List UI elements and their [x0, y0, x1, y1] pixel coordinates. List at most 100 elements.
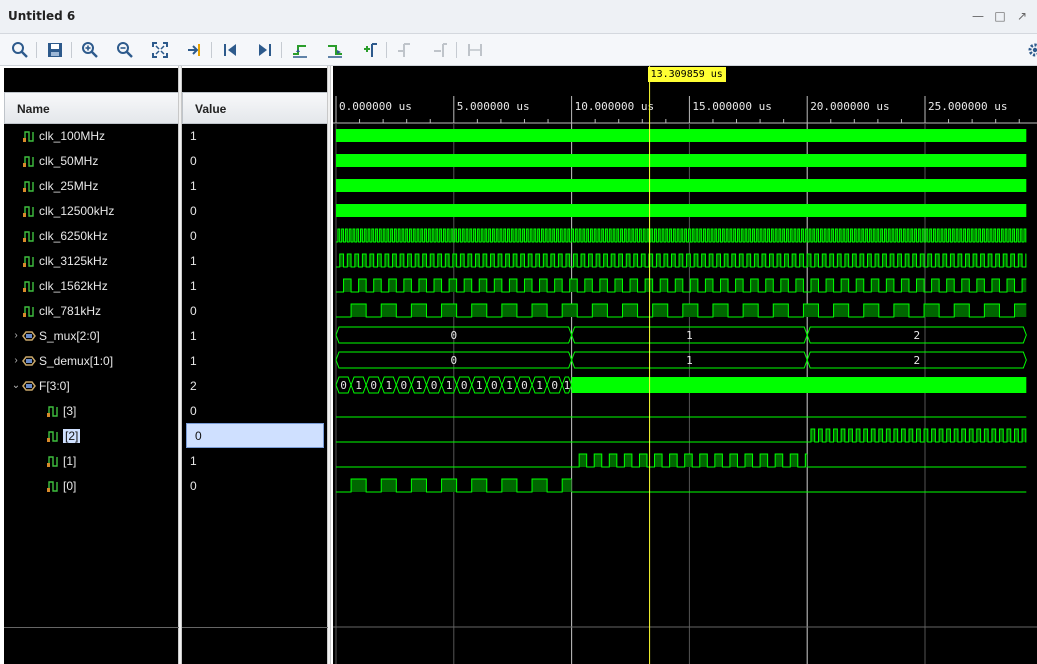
- clock-high-fill: [833, 304, 849, 317]
- clock-high-fill: [893, 304, 909, 317]
- wire-signal-icon: [46, 479, 63, 493]
- zoom-out-icon[interactable]: [114, 40, 136, 60]
- signal-value: 0: [190, 403, 197, 418]
- clock-high-fill: [558, 254, 563, 267]
- float-icon[interactable]: ↗: [1015, 9, 1029, 23]
- zoom-in-icon[interactable]: [79, 40, 101, 60]
- signal-row[interactable]: clk_50MHz: [10, 148, 98, 173]
- clock-high-fill: [532, 479, 548, 492]
- clock-high-fill: [543, 254, 548, 267]
- go-to-last-time-icon[interactable]: [254, 40, 276, 60]
- clock-high-fill: [705, 279, 713, 292]
- clock-high-fill: [833, 429, 838, 442]
- clock-high-fill: [369, 254, 374, 267]
- clock-high-fill: [841, 429, 845, 442]
- signal-row[interactable]: clk_1562kHz: [10, 273, 108, 298]
- ruler-tick-label: 25.000000 us: [928, 100, 1007, 113]
- clock-high-fill: [939, 429, 943, 442]
- clock-high-fill: [931, 429, 936, 442]
- clock-high-fill: [351, 479, 367, 492]
- clock-high-fill: [826, 429, 830, 442]
- wire-signal-icon: [22, 154, 39, 168]
- signal-row[interactable]: clk_3125kHz: [10, 248, 108, 273]
- clock-high-fill: [622, 304, 638, 317]
- clock-high-fill: [775, 454, 783, 467]
- signal-value: 1: [190, 253, 197, 268]
- signal-row[interactable]: [2]: [34, 423, 81, 448]
- signal-row[interactable]: › S_mux[2:0]: [10, 323, 100, 348]
- clock-high-fill: [679, 254, 683, 267]
- clock-high-fill: [584, 279, 593, 292]
- clock-high-fill: [614, 279, 623, 292]
- clock-high-fill: [686, 254, 691, 267]
- clock-high-fill: [524, 279, 533, 292]
- clock-band: [336, 129, 1027, 142]
- settings-icon[interactable]: [1024, 40, 1037, 60]
- wire-signal-icon: [22, 304, 39, 318]
- ruler-tick-label: 10.000000 us: [575, 100, 654, 113]
- bus-value-label: 0: [431, 379, 438, 392]
- clock-high-fill: [392, 254, 397, 267]
- signal-name: S_mux[2:0]: [39, 328, 100, 343]
- save-icon[interactable]: [44, 40, 66, 60]
- search-icon[interactable]: [9, 40, 31, 60]
- go-to-cursor-icon[interactable]: [184, 40, 206, 60]
- clock-high-fill: [908, 429, 913, 442]
- expand-chevron-icon[interactable]: ›: [10, 330, 22, 341]
- clock-high-fill: [848, 429, 853, 442]
- wire-signal-icon: [46, 404, 63, 418]
- clock-high-fill: [343, 279, 352, 292]
- bus-value-label: 0: [491, 379, 498, 392]
- expand-chevron-icon[interactable]: ›: [10, 355, 22, 366]
- clock-high-fill: [886, 429, 891, 442]
- clock-high-fill: [599, 279, 608, 292]
- signal-row[interactable]: clk_781kHz: [10, 298, 101, 323]
- signal-row[interactable]: [0]: [34, 473, 76, 498]
- bus-value-label: 0: [551, 379, 558, 392]
- clock-band: [336, 179, 1027, 192]
- cursor-time-label[interactable]: 13.309859 us: [647, 67, 726, 82]
- value-column-header[interactable]: Value: [182, 92, 328, 124]
- signal-row[interactable]: clk_25MHz: [10, 173, 98, 198]
- previous-marker-icon[interactable]: [394, 40, 416, 60]
- waveform-canvas[interactable]: 0.000000 us 5.000000 us 10.000000 us 15.000…: [333, 66, 1037, 664]
- clock-high-fill: [716, 254, 721, 267]
- go-to-time-zero-icon[interactable]: [219, 40, 241, 60]
- clock-high-fill: [765, 279, 774, 292]
- restore-icon[interactable]: □: [993, 9, 1007, 23]
- signal-row[interactable]: ⌄ F[3:0]: [10, 373, 70, 398]
- next-transition-icon[interactable]: [324, 40, 346, 60]
- clock-high-fill: [837, 254, 842, 267]
- minimize-icon[interactable]: —: [971, 9, 985, 23]
- signal-row[interactable]: clk_6250kHz: [10, 223, 108, 248]
- clock-high-fill: [844, 254, 849, 267]
- next-marker-icon[interactable]: [429, 40, 451, 60]
- clock-high-fill: [660, 279, 668, 292]
- clock-high-fill: [957, 254, 962, 267]
- clock-high-fill: [826, 279, 834, 292]
- signal-row[interactable]: [1]: [34, 448, 76, 473]
- clock-high-fill: [358, 279, 367, 292]
- swap-cursors-icon[interactable]: [464, 40, 486, 60]
- signal-row[interactable]: › S_demux[1:0]: [10, 348, 113, 373]
- name-column-header[interactable]: Name: [4, 92, 179, 124]
- collapse-chevron-icon[interactable]: ⌄: [10, 380, 22, 391]
- bus-signal-icon: [22, 379, 39, 393]
- bus-value-label: 1: [385, 379, 392, 392]
- clock-high-fill: [814, 254, 819, 267]
- clock-high-fill: [403, 279, 412, 292]
- clock-high-fill: [388, 279, 397, 292]
- clock-high-fill: [714, 454, 723, 467]
- clock-high-fill: [760, 454, 768, 467]
- clock-high-fill: [803, 304, 819, 317]
- signal-row[interactable]: [3]: [34, 398, 76, 423]
- signal-value: 0: [190, 153, 197, 168]
- previous-transition-icon[interactable]: [289, 40, 311, 60]
- signal-value: 2: [190, 378, 197, 393]
- add-marker-icon[interactable]: [359, 40, 381, 60]
- clock-high-fill: [931, 279, 940, 292]
- signal-row[interactable]: clk_100MHz: [10, 123, 105, 148]
- signal-row[interactable]: clk_12500kHz: [10, 198, 114, 223]
- clock-high-fill: [965, 254, 970, 267]
- zoom-fit-icon[interactable]: [149, 40, 171, 60]
